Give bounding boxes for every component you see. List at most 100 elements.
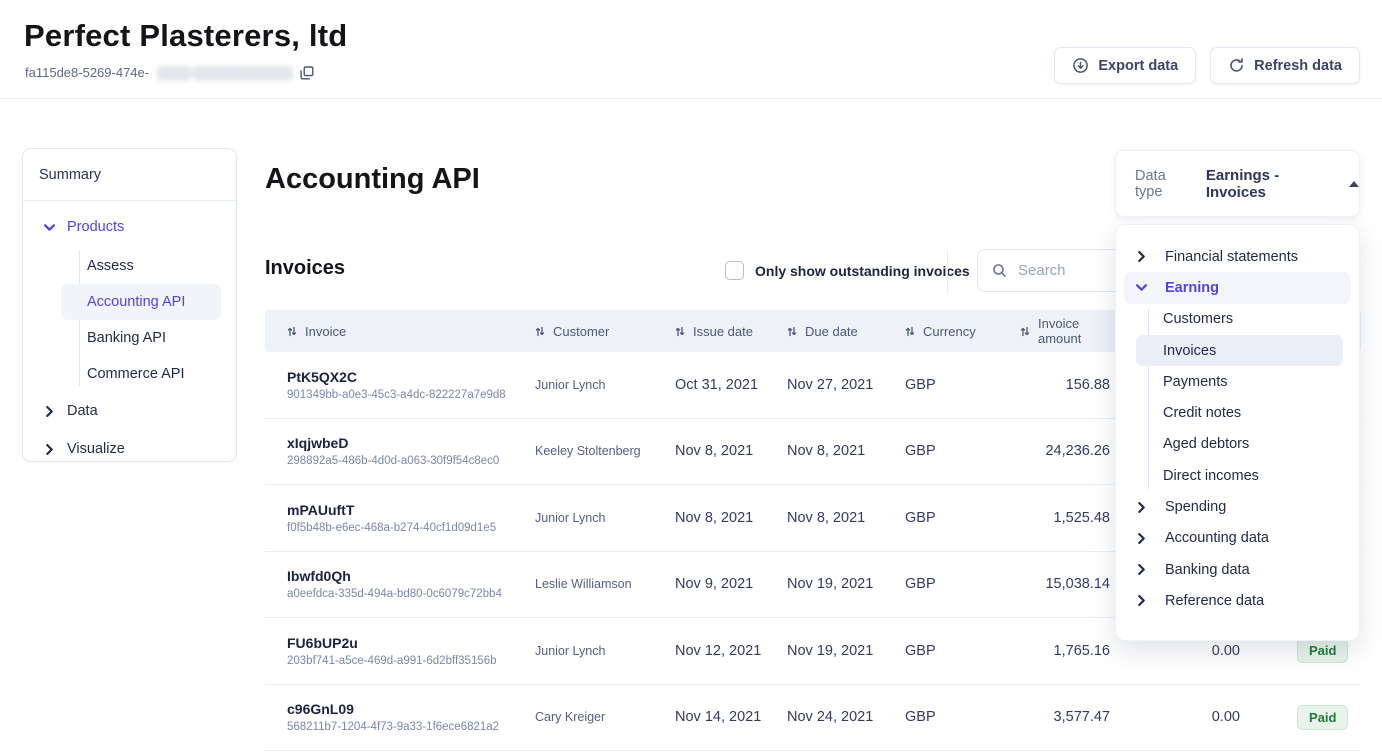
- company-id: fa115de8-5269-474e- ▒▒▒▒-▒▒▒▒▒▒▒▒▒▒▒▒: [25, 65, 314, 80]
- chevron-right-icon: [1136, 251, 1147, 262]
- outstanding-amount-cell: 0.00: [1110, 709, 1240, 725]
- data-type-label: Data type: [1135, 168, 1193, 200]
- outstanding-amount-cell: 0.00: [1110, 643, 1240, 659]
- chevron-down-icon: [1136, 282, 1147, 293]
- invoice-cell: xIqjwbeD 298892a5-486b-4d0d-a063-30f9f54…: [265, 435, 515, 467]
- chevron-right-icon: [44, 444, 55, 455]
- copy-icon[interactable]: [300, 66, 314, 80]
- data-type-dropdown-trigger[interactable]: Data type Earnings - Invoices: [1115, 150, 1360, 217]
- sort-icon: [787, 326, 797, 337]
- due-date-cell: Nov 8, 2021: [767, 443, 885, 459]
- sort-icon: [287, 326, 297, 337]
- status-badge: Paid: [1297, 705, 1348, 730]
- issue-date-cell: Nov 9, 2021: [655, 576, 767, 592]
- due-date-cell: Nov 24, 2021: [767, 709, 885, 725]
- refresh-data-label: Refresh data: [1254, 58, 1342, 74]
- status-cell: Paid: [1240, 638, 1361, 663]
- company-id-visible: fa115de8-5269-474e-: [25, 65, 149, 80]
- customer-cell: Keeley Stoltenberg: [515, 444, 655, 458]
- menu-item-accounting-data[interactable]: Accounting data: [1116, 523, 1359, 554]
- menu-item-credit-notes[interactable]: Credit notes: [1116, 397, 1359, 428]
- status-cell: Paid: [1240, 705, 1361, 730]
- sidebar-item-assess[interactable]: Assess: [23, 248, 236, 284]
- menu-item-aged-debtors[interactable]: Aged debtors: [1116, 429, 1359, 460]
- sidebar-item-data[interactable]: Data: [23, 392, 236, 430]
- column-header-invoice-amount[interactable]: Invoice amount: [1000, 316, 1110, 346]
- export-data-button[interactable]: Export data: [1054, 47, 1196, 84]
- invoice-amount-cell: 156.88: [1000, 377, 1110, 393]
- invoice-amount-cell: 1,525.48: [1000, 510, 1110, 526]
- refresh-icon: [1228, 57, 1245, 74]
- invoice-cell: FU6bUP2u 203bf741-a5ce-469d-a991-6d2bff3…: [265, 635, 515, 667]
- header-divider: [0, 98, 1382, 99]
- sidebar-item-banking-api[interactable]: Banking API: [23, 320, 236, 356]
- issue-date-cell: Nov 14, 2021: [655, 709, 767, 725]
- menu-item-direct-incomes[interactable]: Direct incomes: [1116, 460, 1359, 491]
- customer-cell: Cary Kreiger: [515, 710, 655, 724]
- sort-icon: [535, 326, 545, 337]
- export-data-label: Export data: [1098, 58, 1178, 74]
- currency-cell: GBP: [885, 576, 1000, 592]
- page: Perfect Plasterers, ltd fa115de8-5269-47…: [0, 0, 1382, 756]
- issue-date-cell: Nov 12, 2021: [655, 643, 767, 659]
- chevron-down-icon: [44, 222, 55, 233]
- outstanding-checkbox[interactable]: [725, 261, 744, 280]
- chevron-right-icon: [1136, 502, 1147, 513]
- outstanding-checkbox-label: Only show outstanding invoices: [755, 263, 970, 279]
- sidebar-item-summary[interactable]: Summary: [23, 149, 236, 200]
- sidebar-item-commerce-api[interactable]: Commerce API: [23, 356, 236, 392]
- chevron-right-icon: [1136, 564, 1147, 575]
- invoices-section-title: Invoices: [265, 257, 345, 280]
- column-header-invoice[interactable]: Invoice: [265, 324, 515, 339]
- page-title: Perfect Plasterers, ltd: [24, 18, 347, 54]
- invoice-cell: PtK5QX2C 901349bb-a0e3-45c3-a4dc-822227a…: [265, 369, 515, 401]
- data-type-selected-value: Earnings - Invoices: [1206, 167, 1334, 201]
- due-date-cell: Nov 8, 2021: [767, 510, 885, 526]
- column-header-customer[interactable]: Customer: [515, 324, 655, 339]
- customer-cell: Junior Lynch: [515, 511, 655, 525]
- chevron-right-icon: [1136, 533, 1147, 544]
- sidebar-divider: [23, 200, 236, 201]
- menu-item-payments[interactable]: Payments: [1116, 366, 1359, 397]
- due-date-cell: Nov 19, 2021: [767, 576, 885, 592]
- menu-item-customers[interactable]: Customers: [1116, 304, 1359, 335]
- outstanding-filter[interactable]: Only show outstanding invoices: [725, 261, 970, 280]
- data-type-dropdown-menu: Financial statementsEarningCustomersInvo…: [1115, 224, 1360, 641]
- currency-cell: GBP: [885, 443, 1000, 459]
- menu-item-earning[interactable]: Earning: [1124, 272, 1351, 303]
- caret-up-icon: [1349, 181, 1359, 187]
- header-actions: Export data Refresh data: [1054, 47, 1360, 84]
- menu-item-financial-statements[interactable]: Financial statements: [1116, 241, 1359, 272]
- search-icon: [992, 263, 1007, 278]
- sidebar: Summary Products Assess Accounting API B…: [22, 148, 237, 462]
- menu-item-spending[interactable]: Spending: [1116, 491, 1359, 522]
- company-id-redacted: ▒▒▒▒-▒▒▒▒▒▒▒▒▒▒▒▒: [157, 65, 292, 80]
- column-header-issue-date[interactable]: Issue date: [655, 324, 767, 339]
- invoice-cell: mPAUuftT f0f5b48b-e6ec-468a-b274-40cf1d0…: [265, 502, 515, 534]
- due-date-cell: Nov 19, 2021: [767, 643, 885, 659]
- currency-cell: GBP: [885, 709, 1000, 725]
- menu-item-invoices[interactable]: Invoices: [1136, 335, 1343, 366]
- due-date-cell: Nov 27, 2021: [767, 377, 885, 393]
- menu-item-reference-data[interactable]: Reference data: [1116, 585, 1359, 616]
- customer-cell: Junior Lynch: [515, 378, 655, 392]
- sort-icon: [905, 326, 915, 337]
- sidebar-item-accounting-api[interactable]: Accounting API: [61, 284, 221, 320]
- invoice-amount-cell: 15,038.14: [1000, 576, 1110, 592]
- menu-item-banking-data[interactable]: Banking data: [1116, 554, 1359, 585]
- chevron-right-icon: [44, 406, 55, 417]
- column-header-currency[interactable]: Currency: [885, 324, 1000, 339]
- invoice-amount-cell: 24,236.26: [1000, 443, 1110, 459]
- invoice-cell: c96GnL09 568211b7-1204-4f73-9a33-1f6ece6…: [265, 701, 515, 733]
- invoice-cell: Ibwfd0Qh a0eefdca-335d-494a-bd80-0c6079c…: [265, 568, 515, 600]
- chevron-right-icon: [1136, 595, 1147, 606]
- sidebar-item-products[interactable]: Products: [23, 206, 236, 248]
- refresh-data-button[interactable]: Refresh data: [1210, 47, 1360, 84]
- sidebar-item-visualize[interactable]: Visualize: [23, 430, 236, 462]
- issue-date-cell: Nov 8, 2021: [655, 443, 767, 459]
- invoice-amount-cell: 1,765.16: [1000, 643, 1110, 659]
- currency-cell: GBP: [885, 510, 1000, 526]
- main-title: Accounting API: [265, 163, 480, 196]
- column-header-due-date[interactable]: Due date: [767, 324, 885, 339]
- table-row[interactable]: c96GnL09 568211b7-1204-4f73-9a33-1f6ece6…: [265, 685, 1361, 752]
